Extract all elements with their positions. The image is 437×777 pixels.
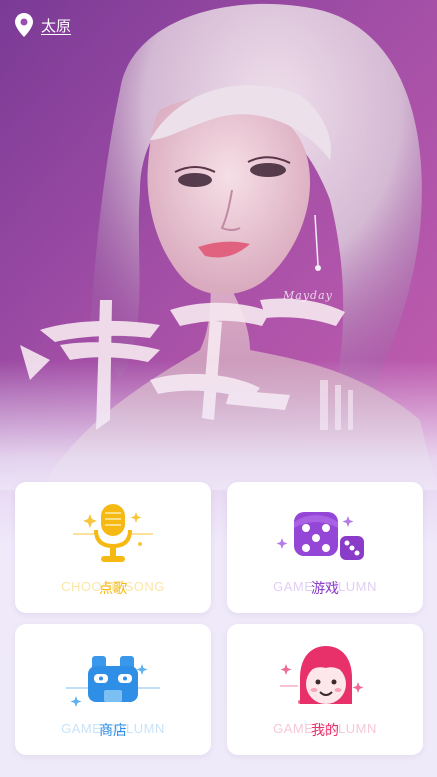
shop-icon	[15, 642, 211, 712]
hero-caption: Mayday	[283, 289, 333, 302]
shop-card[interactable]: GAME COLUMN 商店	[15, 624, 211, 755]
hero-fade	[0, 360, 437, 490]
hero-banner[interactable]: Mayday	[0, 0, 437, 490]
location-pin-icon	[15, 13, 33, 37]
game-card[interactable]: GAME COLUMN 游戏	[227, 482, 423, 613]
game-title: 游戏	[311, 581, 339, 597]
home-screen: Mayday 太原 CHOOSE SONG 点歌 GAME COLUMN 游戏 …	[0, 0, 437, 777]
avatar-icon	[227, 642, 423, 712]
dice-icon	[227, 500, 423, 570]
microphone-icon	[15, 500, 211, 570]
profile-card[interactable]: GAME COLUMN 我的	[227, 624, 423, 755]
location-selector[interactable]: 太原	[15, 12, 71, 38]
profile-title: 我的	[311, 723, 339, 739]
shop-title: 商店	[99, 723, 127, 739]
choose-song-title: 点歌	[99, 581, 127, 597]
location-city-label: 太原	[41, 16, 72, 35]
choose-song-card[interactable]: CHOOSE SONG 点歌	[15, 482, 211, 613]
